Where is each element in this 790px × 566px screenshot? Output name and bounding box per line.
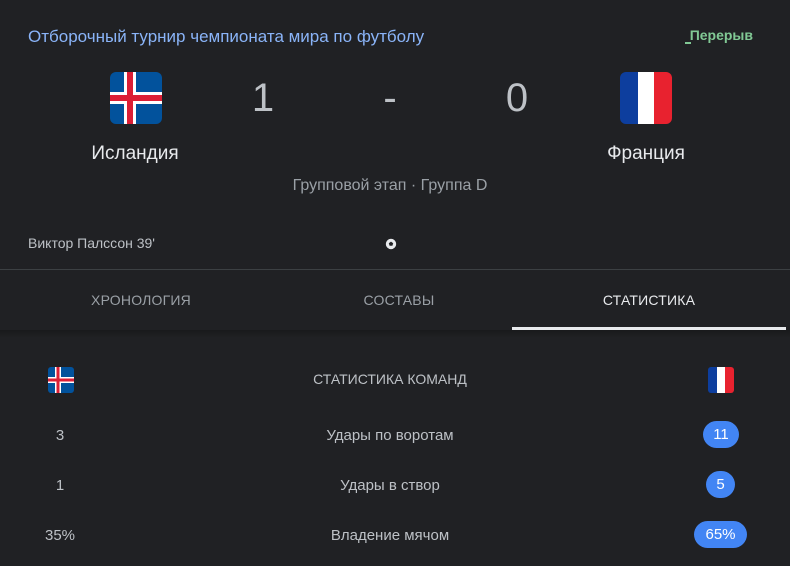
- stat-label: Удары в створ: [340, 477, 440, 494]
- iceland-flag-icon: [48, 367, 74, 393]
- home-team-name[interactable]: Исландия: [35, 143, 235, 165]
- home-score: 1: [251, 76, 275, 120]
- stat-row: 3 Удары по воротам 11: [0, 421, 790, 451]
- tabs-shadow: [0, 330, 790, 338]
- away-stat-value: 11: [703, 421, 739, 448]
- stat-label: Удары по воротам: [326, 427, 454, 444]
- france-flag-icon: [708, 367, 734, 393]
- away-stat-value: 5: [706, 471, 735, 498]
- tab-statistics[interactable]: СТАТИСТИКА: [512, 270, 786, 330]
- iceland-flag-icon[interactable]: [110, 72, 162, 124]
- home-stat-value: 1: [55, 477, 65, 494]
- match-status: Перерыв: [689, 27, 753, 43]
- score-separator: -: [383, 76, 397, 120]
- tab-bar: ХРОНОЛОГИЯ СОСТАВЫ СТАТИСТИКА: [0, 270, 790, 330]
- tab-lineups[interactable]: СОСТАВЫ: [260, 270, 538, 330]
- goal-scorer: Виктор Палссон 39': [28, 235, 155, 251]
- status-indicator: [685, 42, 691, 44]
- home-stat-value: 35%: [44, 527, 76, 544]
- away-stat-value: 65%: [694, 521, 747, 548]
- home-stat-value: 3: [55, 427, 65, 444]
- france-flag-icon[interactable]: [620, 72, 672, 124]
- team-stats-header: СТАТИСТИКА КОМАНД: [313, 371, 467, 387]
- away-team-name[interactable]: Франция: [546, 143, 746, 165]
- tab-timeline[interactable]: ХРОНОЛОГИЯ: [0, 270, 282, 330]
- tournament-title[interactable]: Отборочный турнир чемпионата мира по фут…: [28, 27, 424, 47]
- soccer-ball-icon: [385, 237, 397, 250]
- stat-row: 1 Удары в створ 5: [0, 471, 790, 501]
- away-score: 0: [505, 76, 529, 120]
- stat-row: 35% Владение мячом 65%: [0, 521, 790, 551]
- match-stage: Групповой этап · Группа D: [292, 177, 488, 194]
- stat-label: Владение мячом: [330, 527, 450, 544]
